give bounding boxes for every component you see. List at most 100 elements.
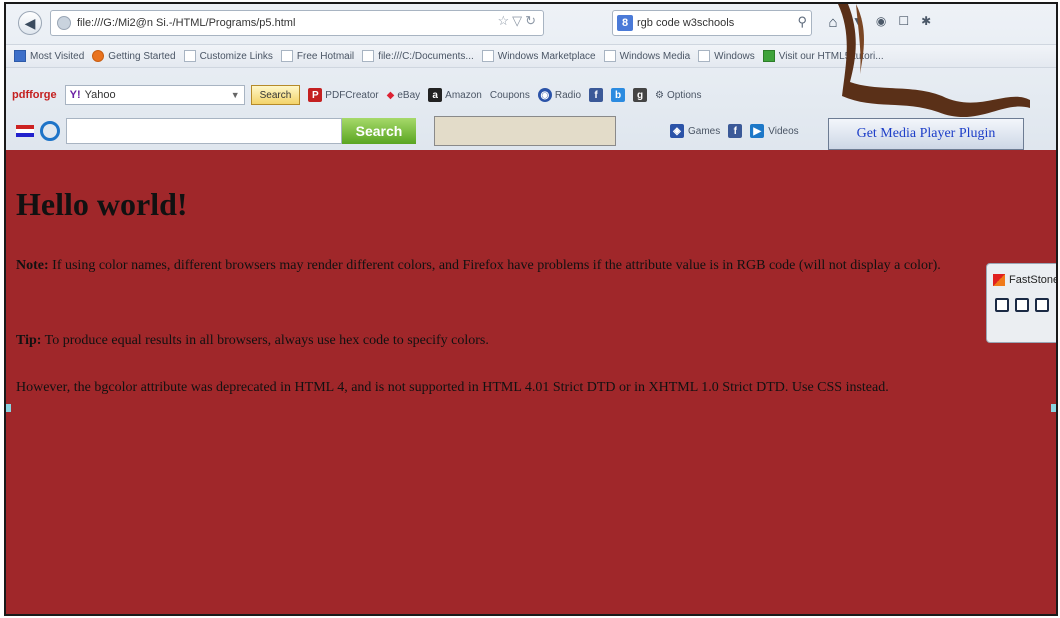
- address-bar[interactable]: file:///G:/Mi2@n Si.-/HTML/Programs/p5.h…: [50, 10, 544, 36]
- pdfcreator-button[interactable]: P PDFCreator: [308, 88, 379, 102]
- amazon-label: Amazon: [445, 89, 482, 101]
- bookmark-label: Free Hotmail: [296, 50, 355, 62]
- download-icon[interactable]: ▼: [852, 14, 864, 28]
- radio-label: Radio: [554, 89, 582, 101]
- bookmark-windows-media[interactable]: Windows Media: [603, 50, 691, 62]
- toolbar-search-button[interactable]: Search: [342, 118, 416, 144]
- videos-button[interactable]: ▶ Videos: [750, 124, 799, 138]
- capture-window-icon[interactable]: [995, 298, 1009, 312]
- options-label: Options: [666, 89, 702, 101]
- bookmark-free-hotmail[interactable]: Free Hotmail: [280, 50, 355, 62]
- faststone-buttons: [987, 286, 1056, 312]
- pdfcreator-label: PDFCreator: [325, 89, 379, 101]
- faststone-title-text: FastStone: [1009, 274, 1058, 286]
- bookmark-label: Visit our HTML5 tutori...: [778, 50, 884, 62]
- radio-icon: ◉: [537, 88, 552, 102]
- facebook-icon: f: [728, 124, 743, 138]
- bookmark-windows[interactable]: Windows: [698, 50, 755, 62]
- resize-handle-left[interactable]: [6, 404, 11, 412]
- bookmark-star-icon[interactable]: ☆▽↻: [497, 13, 539, 29]
- yahoo-search-combo[interactable]: Y! Yahoo ▼: [64, 85, 245, 105]
- search-toolbar: Search ◈ Games f ▶ Videos Get Media Player…: [6, 112, 1056, 150]
- games-button[interactable]: ◈ Games: [670, 124, 720, 138]
- pdfforge-toolbar: pdfforge Y! Yahoo ▼ Search P PDFCreator ◆…: [6, 81, 1056, 109]
- firefox-icon: [92, 50, 105, 62]
- share-button[interactable]: b: [611, 88, 626, 102]
- ebay-icon: ◆: [386, 89, 395, 101]
- gear-icon: ⚙: [655, 89, 664, 101]
- bookmark-getting-started[interactable]: Getting Started: [92, 50, 176, 62]
- note-paragraph: Note: If using color names, different br…: [16, 254, 1056, 278]
- tip-text: To produce equal results in all browsers…: [41, 333, 489, 348]
- site-identity-icon[interactable]: [57, 16, 71, 30]
- bookmark-label: Windows Marketplace: [497, 50, 596, 62]
- resize-handle-right[interactable]: [1051, 404, 1056, 412]
- chevron-down-icon[interactable]: ▼: [231, 90, 240, 100]
- facebook-toolbar-button[interactable]: f: [728, 124, 743, 138]
- page-icon: [698, 50, 711, 62]
- browser-chrome: ◀ file:///G:/Mi2@n Si.-/HTML/Programs/p5…: [6, 4, 1056, 150]
- radio-button[interactable]: ◉ Radio: [537, 88, 582, 102]
- facebook-icon: f: [589, 88, 604, 102]
- yahoo-combo-value: Yahoo: [84, 89, 116, 101]
- tip-label: Tip:: [16, 333, 42, 348]
- amazon-button[interactable]: a Amazon: [428, 88, 482, 102]
- get-media-player-plugin-button[interactable]: Get Media Player Plugin: [828, 118, 1024, 150]
- options-button[interactable]: ⚙ Options: [655, 90, 701, 101]
- note-label: Note:: [16, 258, 49, 273]
- ebay-button[interactable]: ◆ eBay: [387, 90, 421, 101]
- toolbar-search-input[interactable]: [66, 118, 342, 144]
- bookmark-html5-tutorial[interactable]: Visit our HTML5 tutori...: [762, 50, 884, 62]
- bookmark-file-documents[interactable]: file:///C:/Documents...: [362, 50, 474, 62]
- page-content: Hello world! Note: If using color names,…: [6, 150, 1056, 614]
- bookmark-most-visited[interactable]: Most Visited: [14, 50, 84, 62]
- googleplus-button[interactable]: g: [633, 88, 648, 102]
- shield-icon[interactable]: ☐: [898, 14, 909, 28]
- toolbar-extra-icons: ▼ ◉ ☐ ✱: [852, 14, 931, 28]
- search-icon[interactable]: ⚲: [797, 14, 807, 30]
- page-icon: [362, 50, 375, 62]
- refresh-icon[interactable]: [40, 121, 60, 141]
- address-url: file:///G:/Mi2@n Si.-/HTML/Programs/p5.h…: [77, 17, 296, 29]
- menu-icon[interactable]: ✱: [921, 14, 931, 28]
- capture-region-icon[interactable]: [1035, 298, 1049, 312]
- page-icon: [280, 50, 293, 62]
- page-heading: Hello world!: [16, 186, 188, 222]
- page-icon: [183, 50, 196, 62]
- html5-icon: [762, 50, 775, 62]
- yahoo-search-button[interactable]: Search: [250, 85, 301, 105]
- capture-object-icon[interactable]: [1015, 298, 1029, 312]
- however-paragraph: However, the bgcolor attribute was depre…: [16, 380, 889, 395]
- browser-window: ◀ file:///G:/Mi2@n Si.-/HTML/Programs/p5…: [4, 2, 1058, 616]
- games-icon: ◈: [670, 124, 684, 138]
- bookmark-customize-links[interactable]: Customize Links: [183, 50, 273, 62]
- video-icon: ▶: [750, 124, 765, 138]
- browser-search-box[interactable]: 8 rgb code w3schools ⚲: [612, 10, 812, 36]
- facebook-button[interactable]: f: [589, 88, 604, 102]
- amazon-icon: a: [428, 88, 443, 102]
- home-icon[interactable]: ⌂: [824, 13, 842, 31]
- bookmark-windows-marketplace[interactable]: Windows Marketplace: [481, 50, 596, 62]
- faststone-title: FastStone: [987, 264, 1058, 286]
- bookmark-label: Getting Started: [108, 50, 176, 62]
- pdf-icon: P: [308, 88, 323, 102]
- ebay-label: eBay: [397, 89, 421, 101]
- search-engine-icon[interactable]: 8: [617, 15, 633, 31]
- search-query-text: rgb code w3schools: [637, 17, 735, 29]
- coupons-button[interactable]: Coupons: [490, 90, 530, 101]
- videos-label: Videos: [768, 125, 799, 137]
- bookmark-label: Windows Media: [619, 50, 691, 62]
- blank-text-field[interactable]: [434, 116, 616, 146]
- bookmark-blue-icon: [14, 50, 26, 62]
- back-arrow-icon[interactable]: ◀: [18, 11, 42, 35]
- share-icon: b: [611, 88, 626, 102]
- bookmark-label: file:///C:/Documents...: [378, 50, 474, 62]
- pdfforge-logo[interactable]: pdfforge: [12, 89, 57, 101]
- faststone-capture-panel: FastStone: [986, 263, 1058, 343]
- flag-icon[interactable]: [16, 125, 34, 137]
- addon-icon[interactable]: ◉: [876, 14, 886, 28]
- bookmark-label: Customize Links: [199, 50, 273, 62]
- googleplus-icon: g: [633, 88, 648, 102]
- page-icon: [481, 50, 494, 62]
- page-icon: [603, 50, 616, 62]
